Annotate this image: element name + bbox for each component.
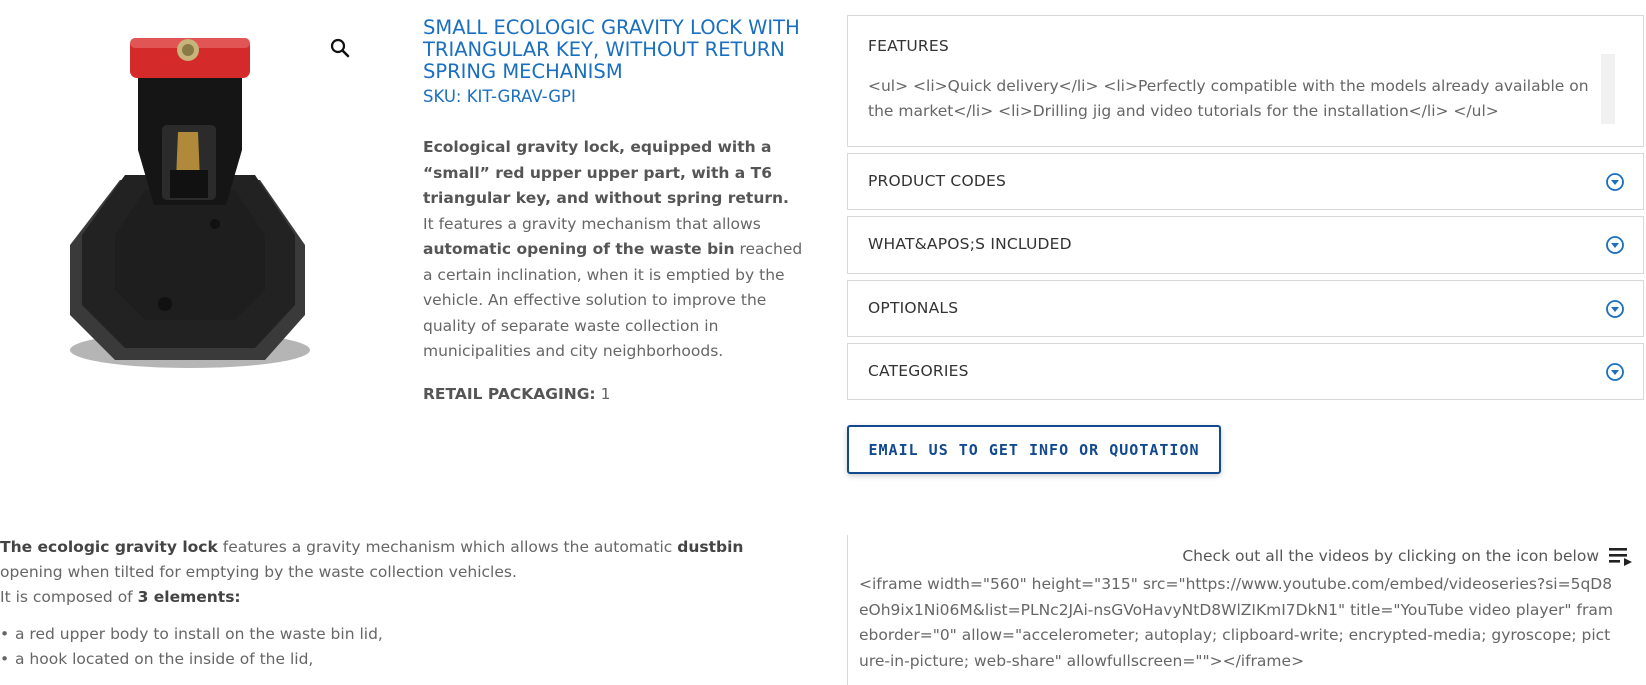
product-description: Ecological gravity lock, equipped with a… xyxy=(423,135,803,365)
description-bold-highlight: automatic opening of the waste bin xyxy=(423,240,735,258)
iframe-embed-code: <iframe width="560" height="315" src="ht… xyxy=(859,575,1613,670)
features-scrollbar[interactable] xyxy=(1601,54,1615,124)
accordion-product-codes-title[interactable]: PRODUCT CODES xyxy=(868,172,1006,190)
chevron-circle-down-icon[interactable] xyxy=(1605,172,1625,192)
playlist-icon[interactable] xyxy=(1608,545,1634,567)
chevron-circle-down-icon[interactable] xyxy=(1605,362,1625,382)
accordion-features[interactable]: FEATURES <ul> <li>Quick delivery</li> <l… xyxy=(847,15,1644,147)
accordion-categories[interactable]: CATEGORIES xyxy=(847,343,1644,400)
product-image[interactable] xyxy=(50,30,330,380)
long-description-text-1: features a gravity mechanism which allow… xyxy=(217,538,678,556)
description-text-1: It features a gravity mechanism that all… xyxy=(423,214,761,233)
retail-packaging: RETAIL PACKAGING: 1 xyxy=(423,385,610,403)
long-description-bold-2: dustbin xyxy=(677,538,744,556)
description-text-2: reached a certain inclination, when it i… xyxy=(423,240,803,360)
long-description-paragraph: The ecologic gravity lock features a gra… xyxy=(0,535,800,585)
long-description: The ecologic gravity lock features a gra… xyxy=(0,535,800,672)
zoom-magnifier-icon[interactable] xyxy=(330,38,350,58)
accordion-features-title[interactable]: FEATURES xyxy=(868,37,949,55)
accordion-product-codes[interactable]: PRODUCT CODES xyxy=(847,153,1644,210)
product-title: SMALL ECOLOGIC GRAVITY LOCK WITH TRIANGU… xyxy=(423,16,800,83)
accordion-optionals[interactable]: OPTIONALS xyxy=(847,280,1644,337)
features-content: <ul> <li>Quick delivery</li> <li>Perfect… xyxy=(868,77,1589,120)
composition-line: It is composed of 3 elements: xyxy=(0,585,800,610)
video-hint-text: Check out all the videos by clicking on … xyxy=(1182,547,1599,565)
composition-text: It is composed of xyxy=(0,588,138,606)
list-item: a red upper body to install on the waste… xyxy=(0,622,800,647)
long-description-bold-1: The ecologic gravity lock xyxy=(0,538,218,556)
retail-packaging-label: RETAIL PACKAGING: xyxy=(423,385,596,403)
chevron-circle-down-icon[interactable] xyxy=(1605,299,1625,319)
accordion-categories-title[interactable]: CATEGORIES xyxy=(868,362,969,380)
accordion-whats-included-title[interactable]: WHAT&APOS;S INCLUDED xyxy=(868,235,1072,253)
accordion-whats-included[interactable]: WHAT&APOS;S INCLUDED xyxy=(847,216,1644,274)
video-section: Check out all the videos by clicking on … xyxy=(847,535,1646,685)
accordion-optionals-title[interactable]: OPTIONALS xyxy=(868,299,958,317)
composition-list: a red upper body to install on the waste… xyxy=(0,622,800,672)
email-quotation-button[interactable]: EMAIL US TO GET INFO OR QUOTATION xyxy=(847,425,1221,474)
chevron-circle-down-icon[interactable] xyxy=(1605,235,1625,255)
long-description-text-2: opening when tilted for emptying by the … xyxy=(0,563,517,581)
description-bold-intro: Ecological gravity lock, equipped with a… xyxy=(423,138,789,207)
composition-bold: 3 elements: xyxy=(137,588,241,606)
list-item: a hook located on the inside of the lid, xyxy=(0,647,800,672)
retail-packaging-value: 1 xyxy=(595,385,611,403)
product-sku: SKU: KIT-GRAV-GPI xyxy=(423,87,576,106)
